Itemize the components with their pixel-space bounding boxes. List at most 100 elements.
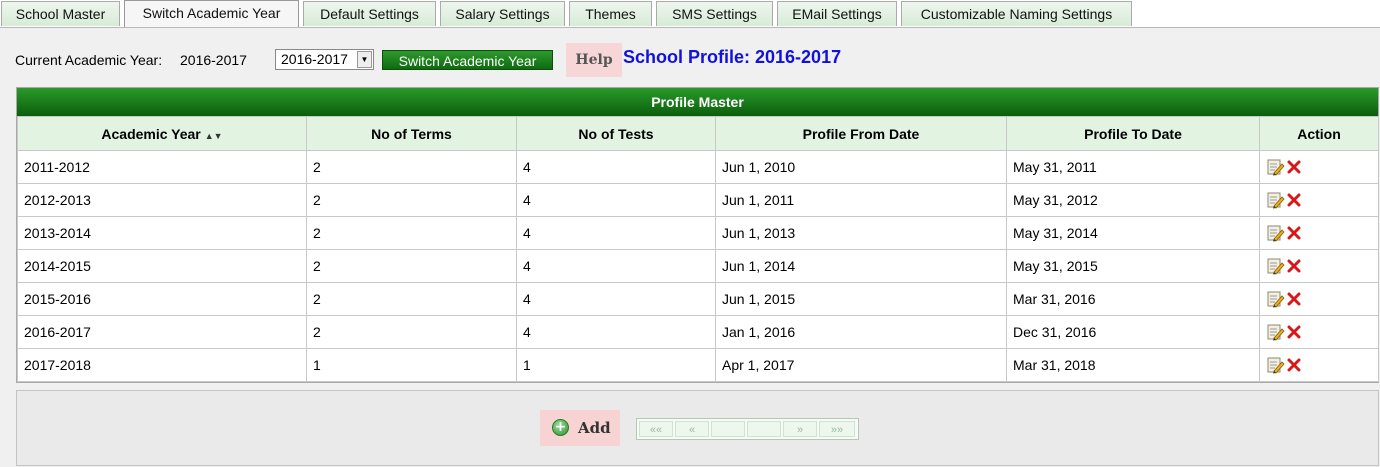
delete-icon[interactable]	[1287, 226, 1301, 240]
table-row: 2017-2018 1 1 Apr 1, 2017 Mar 31, 2018	[17, 348, 1379, 382]
column-header-no-of-tests: No of Tests	[516, 116, 716, 151]
edit-icon[interactable]	[1267, 158, 1285, 176]
delete-icon[interactable]	[1287, 193, 1301, 207]
tab-switch-academic-year[interactable]: Switch Academic Year	[124, 0, 299, 27]
cell-academic-year: 2016-2017	[17, 315, 307, 349]
cell-profile-to-date: May 31, 2012	[1006, 183, 1260, 217]
delete-icon[interactable]	[1287, 358, 1301, 372]
help-button[interactable]: Help	[566, 43, 622, 77]
chevron-down-icon[interactable]: ▼	[357, 51, 372, 68]
cell-action	[1259, 348, 1379, 382]
delete-icon[interactable]	[1287, 292, 1301, 306]
column-header-no-of-terms: No of Terms	[306, 116, 517, 151]
cell-profile-from-date: Jun 1, 2014	[715, 249, 1007, 283]
add-button[interactable]: + Add	[540, 410, 620, 446]
cell-no-of-terms: 2	[306, 315, 517, 349]
cell-profile-from-date: Jun 1, 2015	[715, 282, 1007, 316]
tab-customizable-naming-settings[interactable]: Customizable Naming Settings	[901, 1, 1132, 26]
edit-icon[interactable]	[1267, 191, 1285, 209]
page-number-box[interactable]	[711, 421, 745, 437]
cell-action	[1259, 216, 1379, 250]
academic-year-select[interactable]: 2016-2017 ▼	[275, 49, 374, 70]
cell-action	[1259, 282, 1379, 316]
table-row: 2012-2013 2 4 Jun 1, 2011 May 31, 2012	[17, 183, 1379, 217]
cell-action	[1259, 150, 1379, 184]
tab-themes[interactable]: Themes	[569, 1, 652, 26]
cell-academic-year: 2014-2015	[17, 249, 307, 283]
table-row: 2011-2012 2 4 Jun 1, 2010 May 31, 2011	[17, 150, 1379, 184]
current-year-label: Current Academic Year:	[15, 52, 163, 68]
tab-sms-settings[interactable]: SMS Settings	[656, 1, 773, 26]
cell-no-of-terms: 2	[306, 216, 517, 250]
column-header-action: Action	[1259, 116, 1379, 151]
tab-default-settings[interactable]: Default Settings	[303, 1, 436, 26]
table-row: 2015-2016 2 4 Jun 1, 2015 Mar 31, 2016	[17, 282, 1379, 316]
school-profile-title: School Profile: 2016-2017	[623, 47, 842, 67]
tab-email-settings[interactable]: EMail Settings	[777, 1, 897, 26]
profile-master-grid: Profile Master Academic Year ▲▼ No of Ter…	[16, 87, 1379, 383]
cell-no-of-terms: 2	[306, 282, 517, 316]
sort-icon[interactable]: ▲▼	[205, 131, 223, 141]
delete-icon[interactable]	[1287, 160, 1301, 174]
column-header-profile-to-date: Profile To Date	[1006, 116, 1260, 151]
cell-no-of-terms: 1	[306, 348, 517, 382]
edit-icon[interactable]	[1267, 323, 1285, 341]
cell-profile-to-date: May 31, 2011	[1006, 150, 1260, 184]
cell-no-of-terms: 2	[306, 249, 517, 283]
table-row: 2016-2017 2 4 Jan 1, 2016 Dec 31, 2016	[17, 315, 1379, 349]
academic-year-toolbar: Current Academic Year: 2016-2017 2016-20…	[0, 40, 1380, 77]
cell-no-of-tests: 4	[516, 183, 716, 217]
cell-action	[1259, 183, 1379, 217]
cell-profile-from-date: Jun 1, 2013	[715, 216, 1007, 250]
edit-icon[interactable]	[1267, 356, 1285, 374]
table-header-row: Academic Year ▲▼ No of Terms No of Tests …	[17, 116, 1379, 151]
cell-no-of-tests: 1	[516, 348, 716, 382]
cell-no-of-tests: 4	[516, 315, 716, 349]
cell-academic-year: 2012-2013	[17, 183, 307, 217]
add-button-label: Add	[578, 419, 611, 437]
cell-academic-year: 2015-2016	[17, 282, 307, 316]
cell-profile-to-date: May 31, 2014	[1006, 216, 1260, 250]
cell-academic-year: 2011-2012	[17, 150, 307, 184]
cell-profile-to-date: Dec 31, 2016	[1006, 315, 1260, 349]
next-page-button[interactable]: »	[783, 421, 817, 437]
plus-circle-icon: +	[552, 419, 569, 436]
cell-action	[1259, 315, 1379, 349]
cell-profile-to-date: Mar 31, 2016	[1006, 282, 1260, 316]
pagination: «« « » »»	[636, 418, 859, 440]
cell-profile-from-date: Jan 1, 2016	[715, 315, 1007, 349]
profile-table: Academic Year ▲▼ No of Terms No of Tests …	[17, 116, 1379, 382]
page-count-box	[747, 421, 781, 437]
cell-no-of-tests: 4	[516, 282, 716, 316]
cell-profile-from-date: Jun 1, 2011	[715, 183, 1007, 217]
tab-salary-settings[interactable]: Salary Settings	[440, 1, 565, 26]
cell-no-of-tests: 4	[516, 216, 716, 250]
cell-no-of-tests: 4	[516, 249, 716, 283]
prev-page-button[interactable]: «	[675, 421, 709, 437]
edit-icon[interactable]	[1267, 257, 1285, 275]
cell-no-of-terms: 2	[306, 183, 517, 217]
cell-profile-to-date: May 31, 2015	[1006, 249, 1260, 283]
column-header-academic-year[interactable]: Academic Year ▲▼	[17, 116, 307, 151]
table-row: 2014-2015 2 4 Jun 1, 2014 May 31, 2015	[17, 249, 1379, 283]
current-year-value: 2016-2017	[180, 52, 247, 68]
table-row: 2013-2014 2 4 Jun 1, 2013 May 31, 2014	[17, 216, 1379, 250]
delete-icon[interactable]	[1287, 259, 1301, 273]
cell-action	[1259, 249, 1379, 283]
column-header-profile-from-date: Profile From Date	[715, 116, 1007, 151]
grid-caption: Profile Master	[17, 88, 1378, 116]
grid-footer: + Add «« « » »»	[16, 390, 1379, 466]
cell-no-of-terms: 2	[306, 150, 517, 184]
delete-icon[interactable]	[1287, 325, 1301, 339]
first-page-button[interactable]: ««	[639, 421, 673, 437]
cell-academic-year: 2017-2018	[17, 348, 307, 382]
cell-no-of-tests: 4	[516, 150, 716, 184]
settings-tabbar: School Master Switch Academic Year Defau…	[0, 0, 1380, 28]
last-page-button[interactable]: »»	[819, 421, 855, 437]
cell-profile-to-date: Mar 31, 2018	[1006, 348, 1260, 382]
switch-academic-year-button[interactable]: Switch Academic Year	[382, 50, 553, 70]
cell-academic-year: 2013-2014	[17, 216, 307, 250]
edit-icon[interactable]	[1267, 290, 1285, 308]
edit-icon[interactable]	[1267, 224, 1285, 242]
tab-school-master[interactable]: School Master	[1, 1, 120, 26]
